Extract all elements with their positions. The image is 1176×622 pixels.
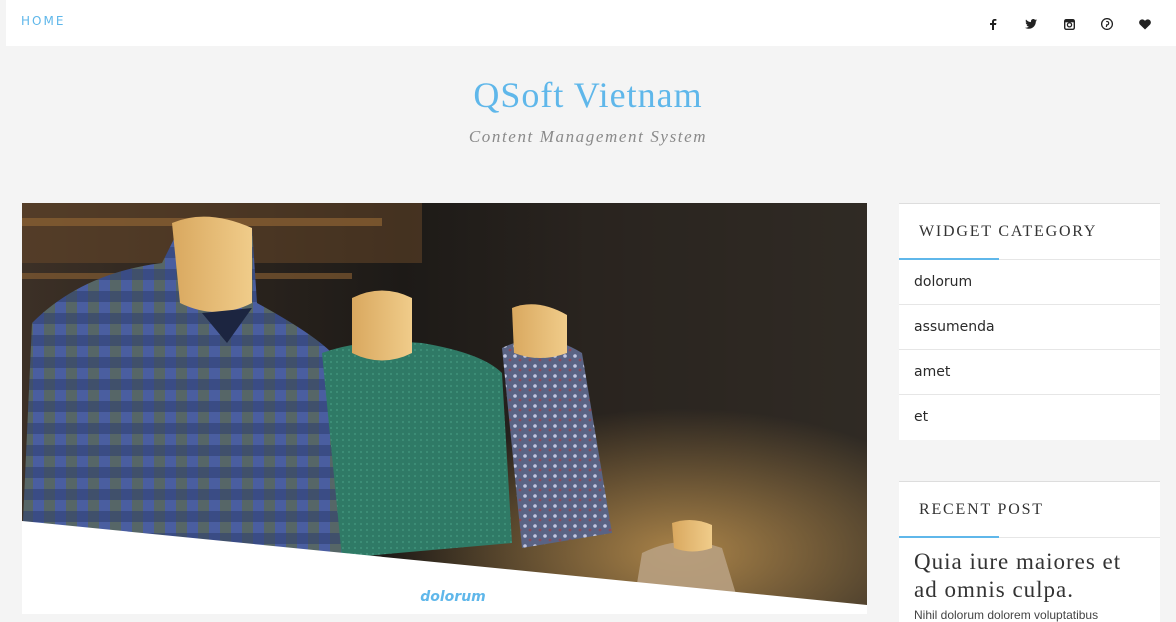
featured-post-card[interactable]: [22, 203, 867, 614]
facebook-icon[interactable]: [974, 15, 1012, 33]
category-item-assumenda[interactable]: assumenda: [899, 305, 1160, 350]
category-item-dolorum[interactable]: dolorum: [899, 260, 1160, 305]
top-navbar: HOME: [6, 0, 1176, 46]
widget-recent-post: RECENT POST Quia iure maiores et ad omni…: [899, 481, 1160, 622]
category-item-label[interactable]: assumenda: [914, 319, 995, 335]
category-item-et[interactable]: et: [899, 395, 1160, 439]
widget-category: WIDGET CATEGORY dolorum assumenda amet e…: [899, 203, 1160, 440]
twitter-icon[interactable]: [1012, 15, 1050, 33]
post-category-link[interactable]: dolorum: [0, 589, 906, 605]
widget-category-header: WIDGET CATEGORY: [899, 204, 1160, 260]
title-underline: [899, 536, 999, 538]
social-links: [974, 15, 1164, 33]
site-title[interactable]: QSoft Vietnam: [0, 74, 1176, 116]
heart-icon[interactable]: [1126, 15, 1164, 33]
recent-post-snippet: Nihil dolorum dolorem voluptatibus: [914, 608, 1099, 622]
widget-recent-title: RECENT POST: [919, 501, 1044, 518]
widget-category-title: WIDGET CATEGORY: [919, 223, 1098, 240]
instagram-icon[interactable]: [1050, 15, 1088, 33]
recent-post-title[interactable]: Quia iure maiores et ad omnis culpa.: [899, 538, 1160, 604]
widget-recent-header: RECENT POST: [899, 482, 1160, 538]
nav-home-link[interactable]: HOME: [21, 14, 65, 28]
category-item-label[interactable]: amet: [914, 364, 950, 380]
post-image[interactable]: [22, 203, 867, 614]
category-item-label[interactable]: et: [914, 409, 928, 425]
site-subtitle: Content Management System: [468, 127, 708, 146]
pinterest-icon[interactable]: [1088, 15, 1126, 33]
category-item-amet[interactable]: amet: [899, 350, 1160, 395]
category-item-label[interactable]: dolorum: [914, 274, 972, 290]
